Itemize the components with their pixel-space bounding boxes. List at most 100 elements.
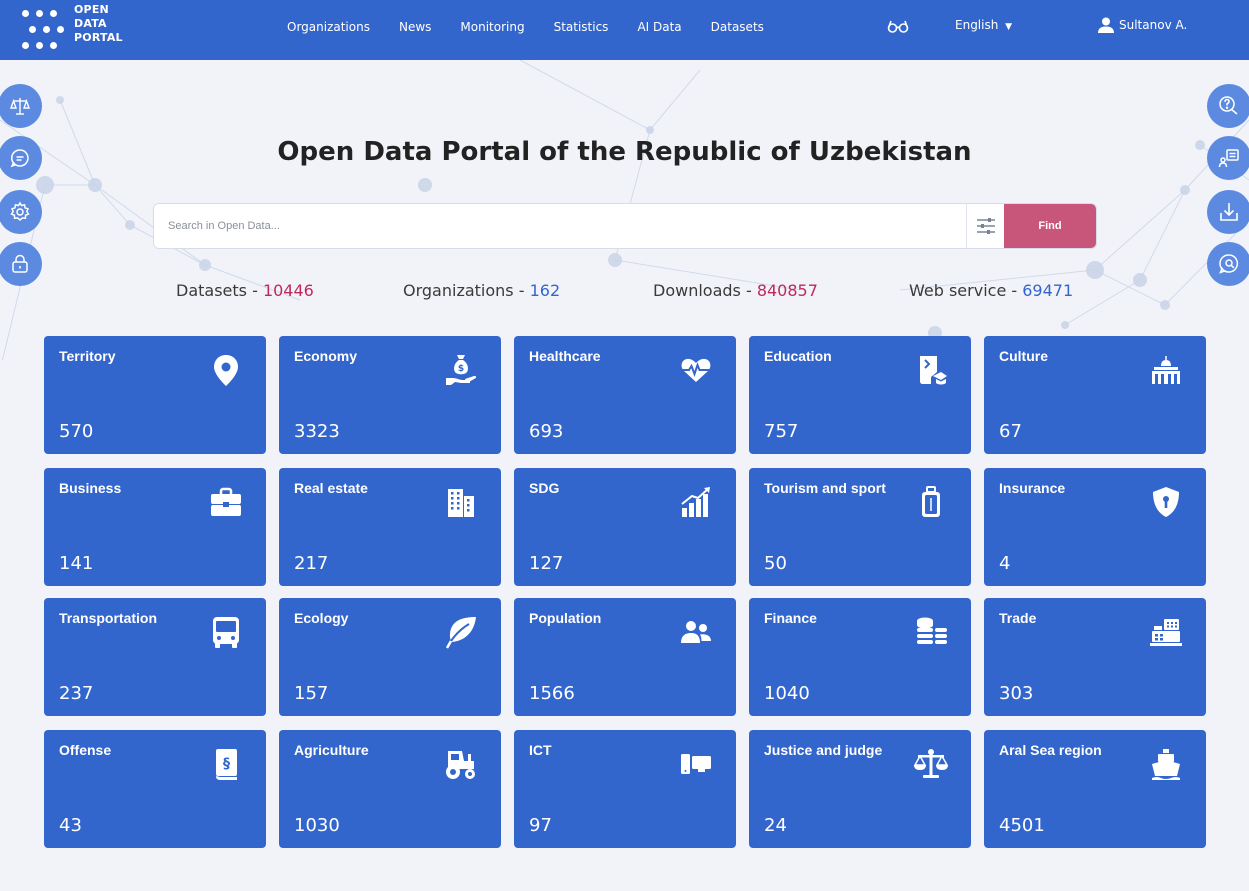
category-card-economy[interactable]: Economy 3323 $	[279, 336, 501, 454]
category-card-ict[interactable]: ICT 97	[514, 730, 736, 848]
stat-downloads[interactable]: Downloads - 840857	[653, 281, 818, 300]
category-name: Offense	[59, 742, 112, 758]
education-book-icon	[920, 356, 947, 385]
left-side-lock-button[interactable]	[0, 242, 42, 286]
category-card-culture[interactable]: Culture 67	[984, 336, 1206, 454]
category-name: Culture	[999, 348, 1048, 364]
luggage-icon	[922, 486, 940, 517]
stat-datasets-label: Datasets -	[176, 281, 263, 300]
user-name: Sultanov A.	[1119, 18, 1188, 32]
category-name: ICT	[529, 742, 552, 758]
nav-organizations[interactable]: Organizations	[287, 20, 370, 34]
category-card-ecology[interactable]: Ecology 157	[279, 598, 501, 716]
category-name: Finance	[764, 610, 817, 626]
category-card-education[interactable]: Education 757	[749, 336, 971, 454]
ship-icon	[1152, 749, 1180, 780]
category-name: Economy	[294, 348, 358, 364]
stat-organizations-label: Organizations -	[403, 281, 530, 300]
left-side-scales-button[interactable]	[0, 84, 42, 128]
logo-line-open: OPEN	[74, 3, 109, 16]
category-name: Justice and judge	[764, 742, 883, 758]
search-input[interactable]	[154, 204, 966, 248]
nav-datasets[interactable]: Datasets	[711, 20, 764, 34]
category-name: Transportation	[59, 610, 158, 626]
category-card-transportation[interactable]: Transportation 237	[44, 598, 266, 716]
category-count: 1040	[764, 683, 810, 704]
category-count: 4501	[999, 815, 1045, 836]
category-card-offense[interactable]: Offense 43 §	[44, 730, 266, 848]
logo-text: OPEN DATA PORTAL	[74, 3, 123, 45]
category-card-real-estate[interactable]: Real estate 217	[279, 468, 501, 586]
nav-ai-data[interactable]: AI Data	[637, 20, 681, 34]
portal-logo[interactable]: OPEN DATA PORTAL	[22, 0, 123, 60]
right-side-help-button[interactable]	[1207, 84, 1249, 128]
category-count: 43	[59, 815, 82, 836]
balance-scale-icon	[913, 749, 949, 778]
right-side-api-button[interactable]	[1207, 136, 1249, 180]
category-card-justice-and-judge[interactable]: Justice and judge 24	[749, 730, 971, 848]
cash-register-icon	[1150, 619, 1182, 646]
category-count: 157	[294, 683, 329, 704]
search-filter-button[interactable]	[966, 204, 1004, 248]
stat-organizations[interactable]: Organizations - 162	[403, 281, 560, 300]
download-icon	[1220, 203, 1238, 221]
category-name: Real estate	[294, 480, 368, 496]
main-nav: Organizations News Monitoring Statistics…	[287, 0, 793, 54]
category-card-tourism-and-sport[interactable]: Tourism and sport 50	[749, 468, 971, 586]
category-card-insurance[interactable]: Insurance 4	[984, 468, 1206, 586]
nav-news[interactable]: News	[399, 20, 431, 34]
stat-web-service[interactable]: Web service - 69471	[909, 281, 1073, 300]
svg-text:§: §	[223, 756, 230, 772]
language-selector[interactable]: English ▼	[955, 18, 1012, 32]
search-bar: Find	[153, 203, 1097, 249]
left-side-settings-button[interactable]	[0, 190, 42, 234]
stat-datasets[interactable]: Datasets - 10446	[176, 281, 314, 300]
category-count: 50	[764, 553, 787, 574]
category-card-trade[interactable]: Trade 303	[984, 598, 1206, 716]
scales-icon	[10, 98, 30, 115]
gear-icon	[10, 201, 30, 221]
category-count: 141	[59, 553, 94, 574]
top-navigation-bar: OPEN DATA PORTAL Organizations News Moni…	[0, 0, 1249, 60]
category-card-population[interactable]: Population 1566	[514, 598, 736, 716]
category-name: Insurance	[999, 480, 1066, 496]
category-card-aral-sea-region[interactable]: Aral Sea region 4501	[984, 730, 1206, 848]
law-book-icon: §	[216, 749, 237, 780]
find-button[interactable]: Find	[1004, 204, 1096, 248]
map-pin-icon	[214, 355, 238, 386]
nav-statistics[interactable]: Statistics	[554, 20, 609, 34]
category-count: 3323	[294, 421, 340, 442]
nav-monitoring[interactable]: Monitoring	[460, 20, 524, 34]
glasses-icon[interactable]	[886, 17, 910, 35]
category-card-agriculture[interactable]: Agriculture 1030	[279, 730, 501, 848]
devices-icon	[681, 754, 711, 774]
category-name: SDG	[529, 480, 560, 496]
category-name: Tourism and sport	[764, 480, 886, 496]
category-count: 24	[764, 815, 787, 836]
stat-downloads-value: 840857	[756, 281, 818, 300]
category-name: Agriculture	[294, 742, 369, 758]
tractor-icon	[446, 751, 475, 779]
category-name: Ecology	[294, 610, 349, 626]
left-side-chat-button[interactable]	[0, 136, 42, 180]
category-count: 4	[999, 553, 1011, 574]
user-menu[interactable]: Sultanov A.	[1097, 16, 1187, 34]
stat-organizations-value: 162	[529, 281, 561, 300]
theatre-icon	[1152, 356, 1180, 384]
category-card-business[interactable]: Business 141	[44, 468, 266, 586]
category-card-sdg[interactable]: SDG 127	[514, 468, 736, 586]
category-count: 97	[529, 815, 552, 836]
category-name: Education	[764, 348, 832, 364]
right-side-feedback-button[interactable]	[1207, 242, 1249, 286]
money-hand-icon: $	[446, 355, 477, 385]
logo-line-portal: PORTAL	[74, 31, 123, 44]
coins-icon	[917, 617, 947, 644]
logo-line-data: DATA	[74, 17, 107, 30]
right-side-download-button[interactable]	[1207, 190, 1249, 234]
category-card-finance[interactable]: Finance 1040	[749, 598, 971, 716]
logo-dots-icon	[22, 6, 72, 54]
category-card-healthcare[interactable]: Healthcare 693	[514, 336, 736, 454]
page-title: Open Data Portal of the Republic of Uzbe…	[277, 137, 972, 167]
category-name: Aral Sea region	[999, 742, 1102, 758]
category-card-territory[interactable]: Territory 570	[44, 336, 266, 454]
